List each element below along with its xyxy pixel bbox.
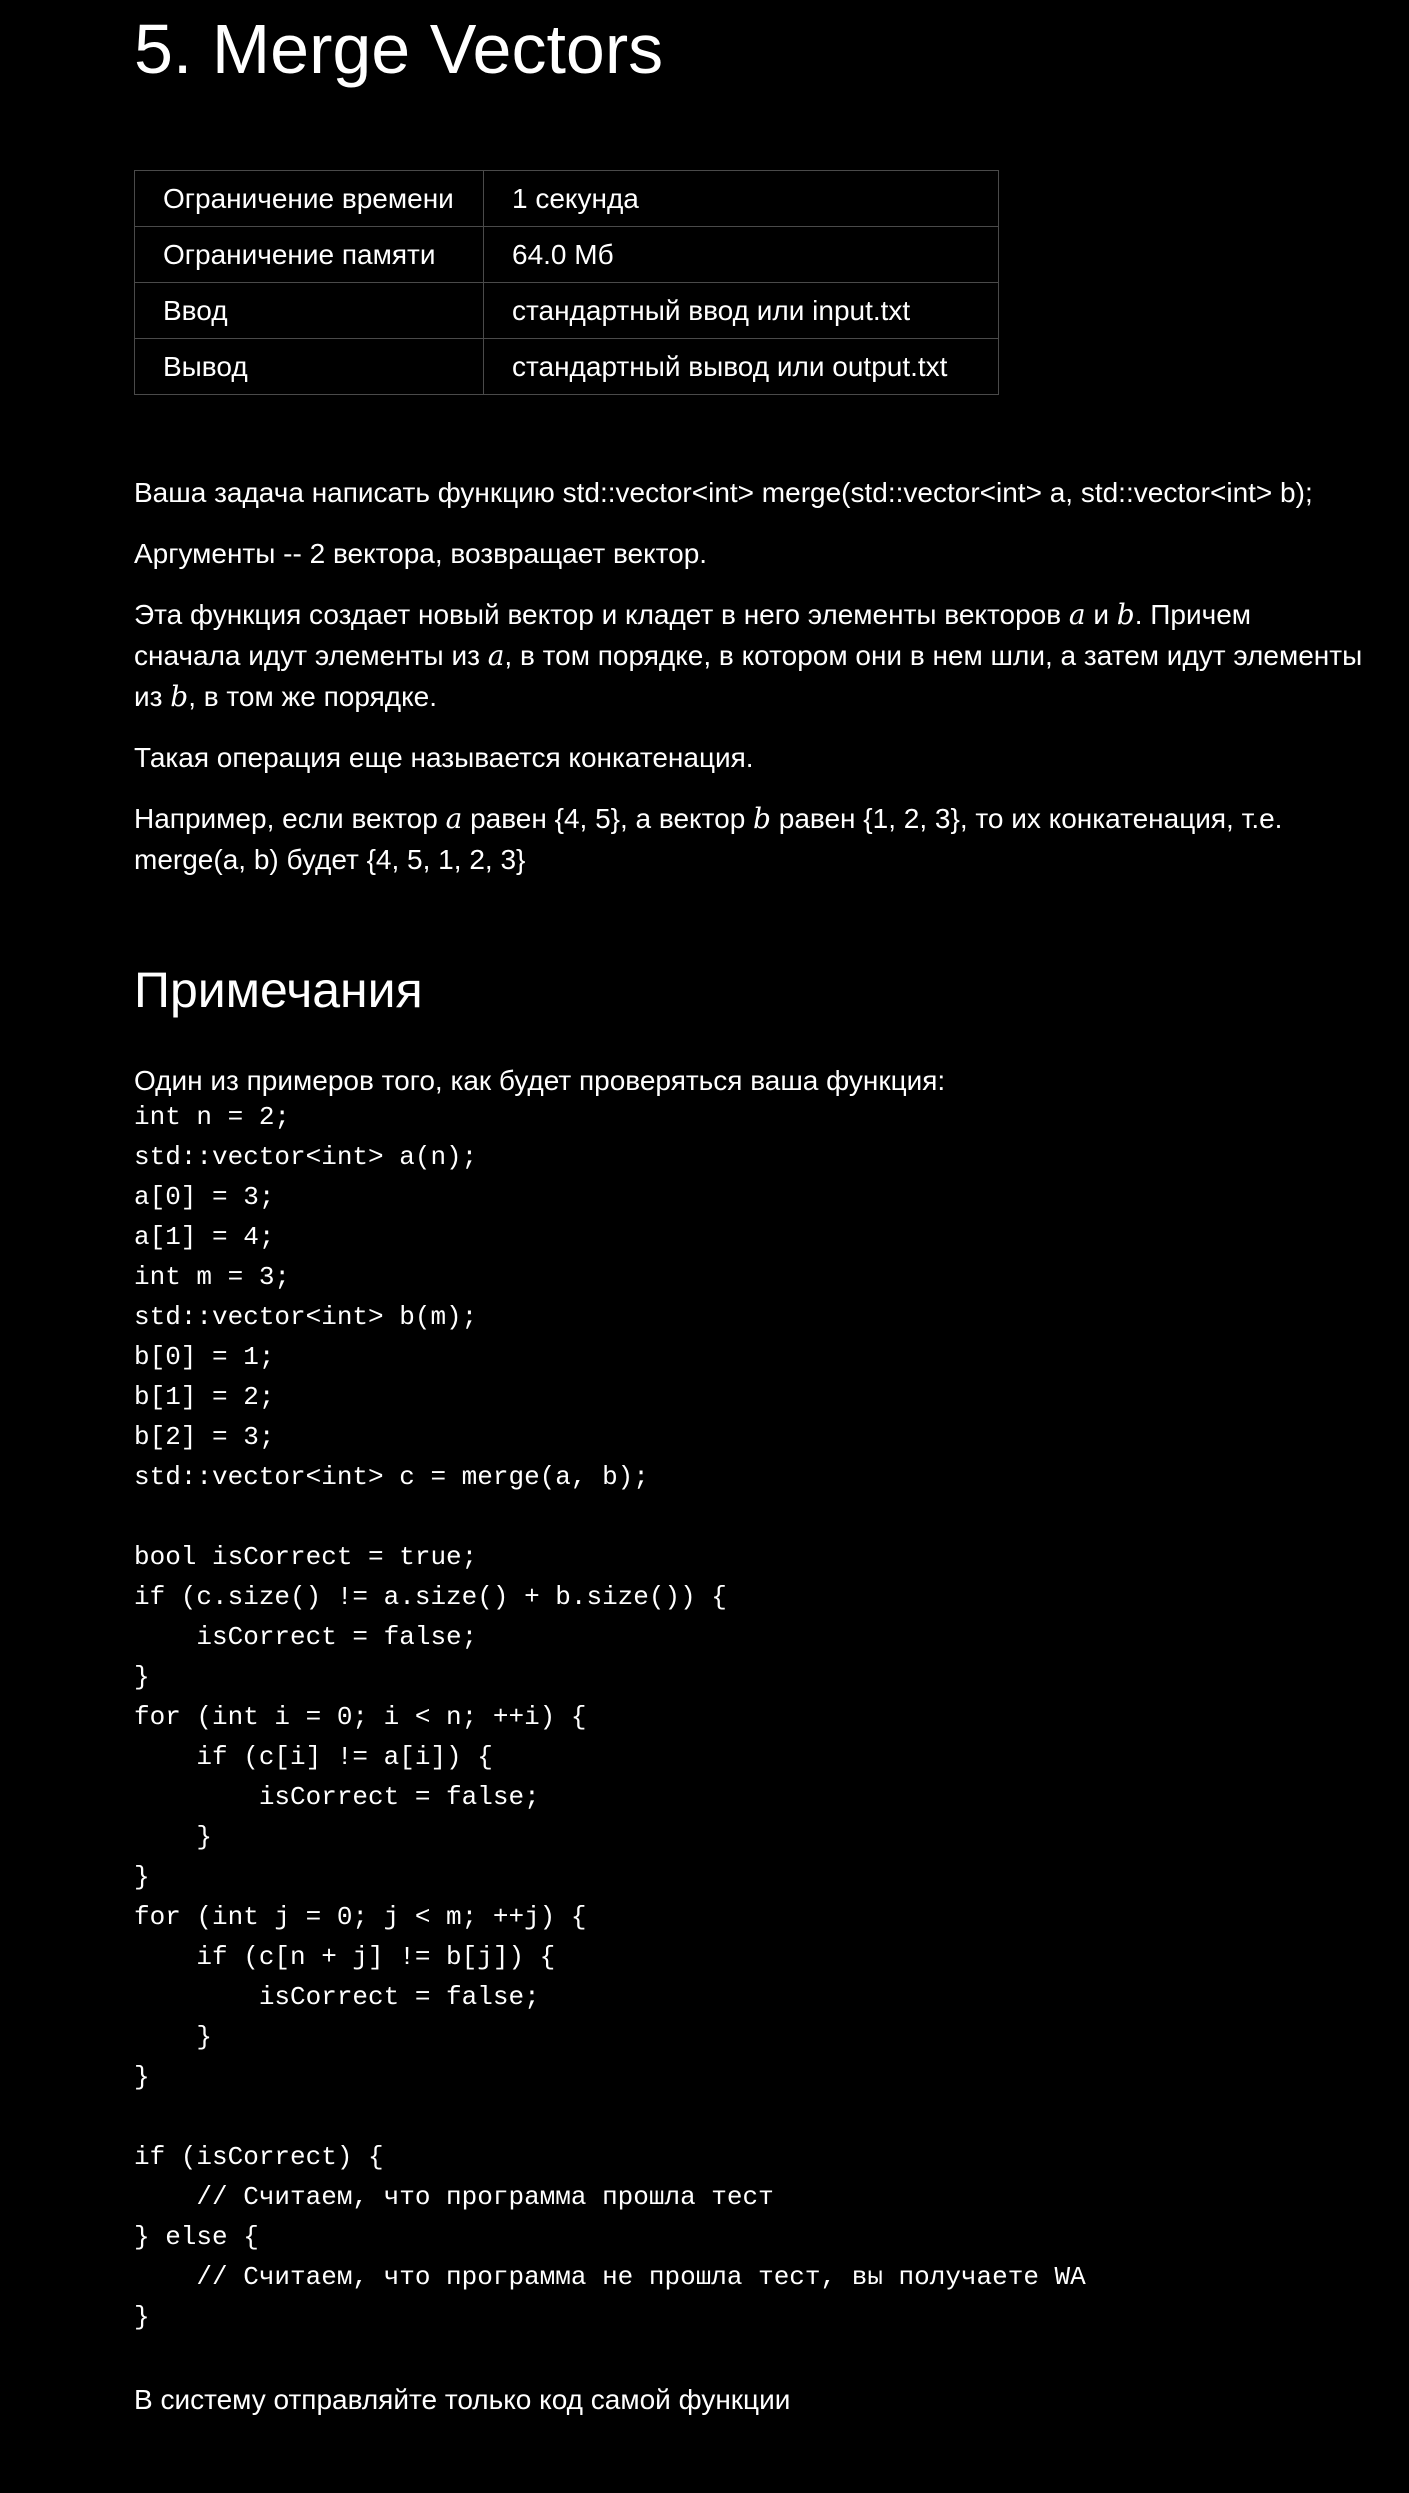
statement-text: , в том же порядке. [188, 681, 438, 712]
code-line: b[2] = 3; [134, 1422, 275, 1452]
limit-label-memory: Ограничение памяти [134, 226, 484, 283]
limit-value-output: стандартный вывод или output.txt [483, 338, 999, 395]
code-line: } [134, 1822, 213, 1852]
table-row: Ввод стандартный ввод или input.txt [134, 282, 999, 339]
table-row: Ограничение времени 1 секунда [134, 170, 999, 227]
code-line: } else { [134, 2222, 259, 2252]
code-line: if (c.size() != a.size() + b.size()) { [134, 1582, 727, 1612]
notes-heading: Примечания [134, 962, 423, 1018]
limit-value-time: 1 секунда [483, 170, 999, 227]
math-variable-b: b [1116, 598, 1135, 631]
code-line: // Считаем, что программа прошла тест [134, 2182, 774, 2212]
limit-label-input: Ввод [134, 282, 484, 339]
math-variable-a: a [445, 802, 463, 835]
problem-title: 5. Merge Vectors [134, 10, 664, 88]
code-line: isCorrect = false; [134, 1782, 540, 1812]
limit-value-input: стандартный ввод или input.txt [483, 282, 999, 339]
statement-paragraph: Такая операция еще называется конкатенац… [134, 742, 754, 773]
code-example: int n = 2;std::vector<int> a(n);a[0] = 3… [134, 1097, 1086, 2337]
statement-paragraph: Ваша задача написать функцию std::vector… [134, 477, 1313, 508]
math-variable-b: b [170, 680, 189, 713]
limit-value-memory: 64.0 Мб [483, 226, 999, 283]
code-line: for (int i = 0; i < n; ++i) { [134, 1702, 587, 1732]
table-row: Вывод стандартный вывод или output.txt [134, 338, 999, 395]
code-line: // Считаем, что программа не прошла тест… [134, 2262, 1086, 2292]
statement-text: Эта функция создает новый вектор и кладе… [134, 599, 1069, 630]
code-line: std::vector<int> c = merge(a, b); [134, 1462, 649, 1492]
limit-label-output: Вывод [134, 338, 484, 395]
code-line: int m = 3; [134, 1262, 291, 1292]
code-line: if (isCorrect) { [134, 2142, 384, 2172]
limits-table: Ограничение времени 1 секунда Ограничени… [134, 170, 999, 395]
code-line: } [134, 1662, 150, 1692]
code-line: int n = 2; [134, 1102, 291, 1132]
table-row: Ограничение памяти 64.0 Мб [134, 226, 999, 283]
code-line: isCorrect = false; [134, 1622, 478, 1652]
problem-statement: Ваша задача написать функцию std::vector… [134, 472, 1364, 900]
code-line: if (c[i] != a[i]) { [134, 1742, 493, 1772]
code-line: std::vector<int> a(n); [134, 1142, 478, 1172]
code-line: b[0] = 1; [134, 1342, 275, 1372]
math-variable-a: a [1068, 598, 1086, 631]
code-line: } [134, 2062, 150, 2092]
code-line: a[1] = 4; [134, 1222, 275, 1252]
math-variable-a: a [487, 639, 505, 672]
limit-label-time: Ограничение времени [134, 170, 484, 227]
code-line: } [134, 1862, 150, 1892]
code-line: } [134, 2302, 150, 2332]
code-line: isCorrect = false; [134, 1982, 540, 2012]
statement-text: Например, если вектор [134, 803, 446, 834]
statement-paragraph: Например, если вектор a равен {4, 5}, а … [134, 798, 1364, 880]
statement-paragraph: Аргументы -- 2 вектора, возвращает векто… [134, 538, 708, 569]
code-line: b[1] = 2; [134, 1382, 275, 1412]
code-line: for (int j = 0; j < m; ++j) { [134, 1902, 587, 1932]
math-variable-b: b [753, 802, 771, 835]
code-line: bool isCorrect = true; [134, 1542, 478, 1572]
code-line: std::vector<int> b(m); [134, 1302, 478, 1332]
code-line: a[0] = 3; [134, 1182, 275, 1212]
statement-text: равен {4, 5}, а вектор [462, 803, 754, 834]
statement-text: и [1085, 599, 1117, 630]
statement-paragraph: Эта функция создает новый вектор и кладе… [134, 594, 1364, 717]
code-line: } [134, 2022, 213, 2052]
code-line: if (c[n + j] != b[j]) { [134, 1942, 556, 1972]
notes-intro: Один из примеров того, как будет проверя… [134, 1065, 946, 1096]
notes-footer: В систему отправляйте только код самой ф… [134, 2384, 791, 2415]
